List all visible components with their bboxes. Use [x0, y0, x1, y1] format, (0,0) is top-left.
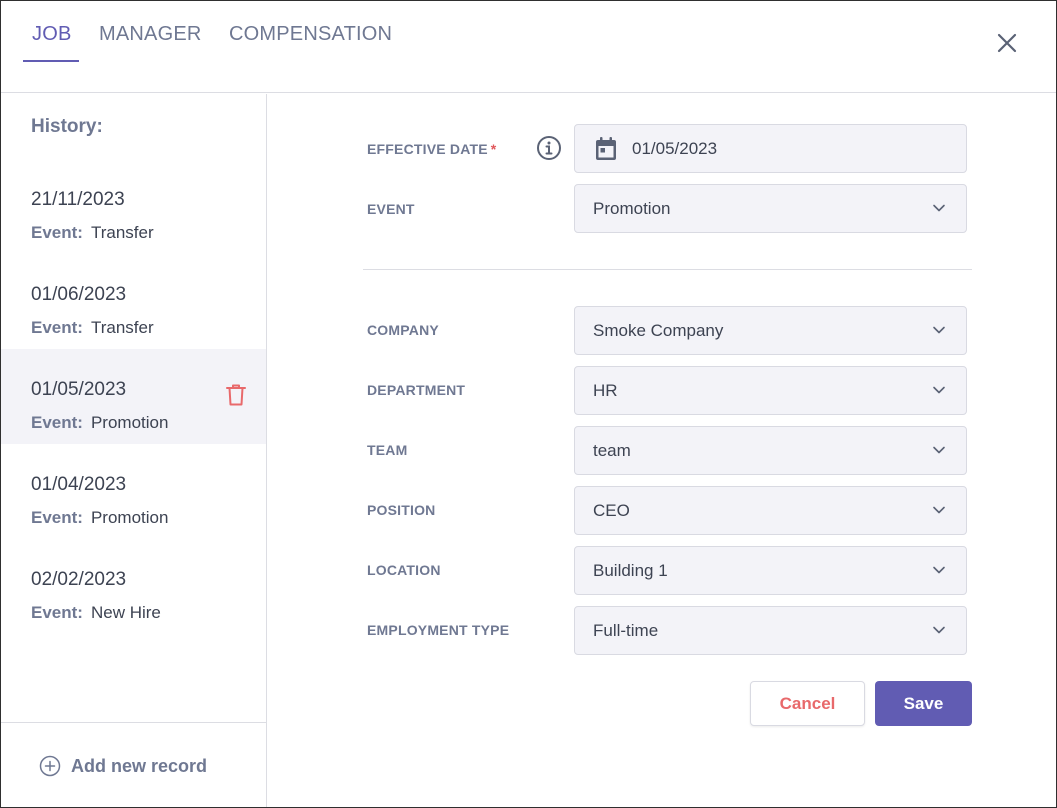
effective-date-label-text: EFFECTIVE DATE	[367, 141, 488, 157]
cancel-button[interactable]: Cancel	[750, 681, 865, 726]
effective-date-field[interactable]: 01/05/2023	[574, 124, 967, 173]
event-label: Event:	[31, 413, 83, 432]
save-button[interactable]: Save	[875, 681, 972, 726]
event-value: Transfer	[90, 223, 154, 242]
company-label: COMPANY	[367, 322, 439, 338]
chevron-down-icon	[933, 326, 945, 334]
history-event: Event: Promotion	[31, 413, 168, 433]
location-select-value: Building 1	[593, 561, 668, 580]
team-select-value: team	[593, 441, 631, 460]
department-select-value: HR	[593, 381, 618, 400]
location-label: LOCATION	[367, 562, 441, 578]
history-event: Event: Transfer	[31, 223, 154, 243]
team-label: TEAM	[367, 442, 408, 458]
job-history-dialog: JOB MANAGER COMPENSATION History: 21/11/…	[0, 0, 1057, 808]
info-icon[interactable]	[536, 135, 562, 161]
event-value: Promotion	[90, 508, 169, 527]
history-item[interactable]: 01/06/2023 Event: Transfer	[1, 254, 266, 349]
add-record-label: Add new record	[71, 755, 208, 776]
company-select-value: Smoke Company	[593, 321, 724, 340]
position-select[interactable]: CEO	[574, 486, 967, 535]
event-value: Transfer	[90, 318, 154, 337]
effective-date-value: 01/05/2023	[632, 139, 718, 158]
location-select[interactable]: Building 1	[574, 546, 967, 595]
event-label: Event:	[31, 318, 83, 337]
company-select[interactable]: Smoke Company	[574, 306, 967, 355]
add-new-record-button[interactable]: Add new record	[39, 753, 207, 779]
event-label: Event:	[31, 223, 83, 242]
position-select-value: CEO	[593, 501, 630, 520]
event-label: Event:	[31, 603, 83, 622]
event-label: EVENT	[367, 201, 415, 217]
event-value: Promotion	[90, 413, 169, 432]
chevron-down-icon	[933, 626, 945, 634]
history-item[interactable]: 02/02/2023 Event: New Hire	[1, 539, 266, 634]
active-tab-indicator	[23, 60, 79, 62]
calendar-icon	[596, 137, 616, 160]
department-label: DEPARTMENT	[367, 382, 466, 398]
effective-date-label: EFFECTIVE DATE *	[367, 141, 496, 157]
sidebar-divider	[1, 722, 266, 723]
history-item[interactable]: 01/04/2023 Event: Promotion	[1, 444, 266, 539]
event-select[interactable]: Promotion	[574, 184, 967, 233]
history-date: 02/02/2023	[31, 569, 127, 590]
history-item-selected[interactable]: 01/05/2023 Event: Promotion	[1, 349, 266, 444]
history-date: 01/04/2023	[31, 474, 127, 495]
history-event: Event: Transfer	[31, 318, 154, 338]
close-icon[interactable]	[995, 31, 1019, 55]
event-label: Event:	[31, 508, 83, 527]
tab-compensation[interactable]: COMPENSATION	[229, 23, 392, 46]
event-value: New Hire	[90, 603, 161, 622]
history-event: Event: New Hire	[31, 603, 161, 623]
history-date: 21/11/2023	[31, 189, 125, 210]
trash-icon[interactable]	[225, 383, 247, 407]
chevron-down-icon	[933, 204, 945, 212]
team-select[interactable]: team	[574, 426, 967, 475]
history-date: 01/05/2023	[31, 379, 127, 400]
chevron-down-icon	[933, 446, 945, 454]
tab-job[interactable]: JOB	[32, 23, 72, 46]
dialog-header: JOB MANAGER COMPENSATION	[1, 1, 1056, 93]
required-mark: *	[490, 141, 497, 157]
chevron-down-icon	[933, 566, 945, 574]
add-circle-icon	[39, 755, 61, 777]
history-title: History:	[31, 116, 103, 137]
history-event: Event: Promotion	[31, 508, 168, 528]
position-label: POSITION	[367, 502, 436, 518]
chevron-down-icon	[933, 506, 945, 514]
tab-manager[interactable]: MANAGER	[99, 23, 202, 46]
employment-type-label: EMPLOYMENT TYPE	[367, 622, 510, 638]
history-item[interactable]: 21/11/2023 Event: Transfer	[1, 159, 266, 254]
history-date: 01/06/2023	[31, 284, 127, 305]
employment-type-select-value: Full-time	[593, 621, 659, 640]
department-select[interactable]: HR	[574, 366, 967, 415]
event-select-value: Promotion	[593, 199, 671, 218]
employment-type-select[interactable]: Full-time	[574, 606, 967, 655]
chevron-down-icon	[933, 386, 945, 394]
form-divider	[363, 269, 972, 270]
history-sidebar: History: 21/11/2023 Event: Transfer 01/06…	[1, 94, 267, 807]
